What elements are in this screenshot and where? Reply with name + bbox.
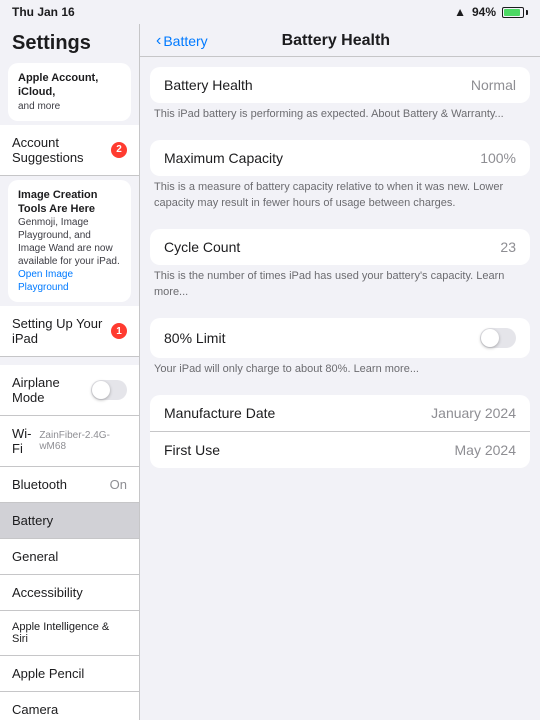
limit-80-card: 80% Limit (150, 318, 530, 358)
battery-health-description: This iPad battery is performing as expec… (140, 103, 540, 130)
wifi-icon: ▲ (454, 5, 466, 19)
back-label: Battery (163, 33, 207, 49)
cycle-count-row: Cycle Count 23 (150, 229, 530, 265)
open-image-playground-link[interactable]: Open Image Playground (18, 268, 121, 294)
battery-health-row: Battery Health Normal (150, 67, 530, 103)
sidebar-item-wifi[interactable]: Wi-Fi ZainFiber-2.4G-wM68 (0, 416, 139, 467)
sidebar-item-airplane-mode[interactable]: Airplane Mode (0, 365, 139, 416)
limit-80-toggle[interactable] (480, 328, 516, 348)
battery-icon (502, 7, 528, 18)
battery-health-section: Battery Health Normal This iPad battery … (140, 67, 540, 130)
sidebar-item-general[interactable]: General (0, 539, 139, 575)
max-capacity-section: Maximum Capacity 100% This is a measure … (140, 140, 540, 219)
first-use-row: First Use May 2024 (150, 432, 530, 468)
sidebar-item-apple-intelligence[interactable]: Apple Intelligence & Siri (0, 611, 139, 656)
setting-up-badge: 1 (111, 323, 127, 339)
sidebar-item-battery[interactable]: Battery (0, 503, 139, 539)
battery-percent: 94% (472, 5, 496, 19)
account-suggestions-item[interactable]: Account Suggestions 2 (0, 125, 139, 176)
detail-header: ‹ Battery Battery Health (140, 24, 540, 57)
status-bar: Thu Jan 16 ▲ 94% (0, 0, 540, 24)
battery-warranty-link[interactable]: About Battery & Warranty... (371, 108, 504, 120)
cycle-count-section: Cycle Count 23 This is the number of tim… (140, 229, 540, 308)
cycle-count-learn-more-link[interactable]: Learn more... (154, 270, 504, 297)
detail-title: Battery Health (282, 32, 450, 50)
limit-80-section: 80% Limit Your iPad will only charge to … (140, 318, 540, 385)
manufacture-date-row: Manufacture Date January 2024 (150, 395, 530, 432)
dates-section: Manufacture Date January 2024 First Use … (140, 395, 540, 468)
sidebar: Settings Apple Account, iCloud, and more… (0, 24, 140, 720)
sidebar-item-apple-pencil[interactable]: Apple Pencil (0, 656, 139, 692)
limit-80-learn-more-link[interactable]: Learn more... (354, 363, 419, 375)
dates-card: Manufacture Date January 2024 First Use … (150, 395, 530, 468)
sidebar-item-bluetooth[interactable]: Bluetooth On (0, 467, 139, 503)
detail-pane: ‹ Battery Battery Health Battery Health … (140, 24, 540, 720)
max-capacity-description: This is a measure of battery capacity re… (140, 176, 540, 219)
setting-up-ipad-item[interactable]: Setting Up Your iPad 1 (0, 306, 139, 357)
sidebar-item-camera[interactable]: Camera (0, 692, 139, 720)
date-label: Thu Jan 16 (12, 5, 75, 19)
account-suggestions-badge: 2 (111, 142, 127, 158)
apple-account-card[interactable]: Apple Account, iCloud, and more (8, 63, 131, 121)
airplane-mode-toggle[interactable] (91, 380, 127, 400)
limit-80-description: Your iPad will only charge to about 80%.… (140, 358, 540, 385)
status-indicators: ▲ 94% (454, 5, 528, 19)
image-tools-title: Image Creation Tools Are Here (18, 188, 121, 217)
sidebar-title: Settings (0, 24, 139, 59)
back-button[interactable]: ‹ Battery (156, 33, 208, 49)
main-layout: Settings Apple Account, iCloud, and more… (0, 24, 540, 720)
max-capacity-card: Maximum Capacity 100% (150, 140, 530, 176)
battery-health-card: Battery Health Normal (150, 67, 530, 103)
sidebar-item-accessibility[interactable]: Accessibility (0, 575, 139, 611)
apple-account-title: Apple Account, iCloud, (18, 71, 121, 100)
image-tools-card[interactable]: Image Creation Tools Are Here Genmoji, I… (8, 180, 131, 303)
back-chevron-icon: ‹ (156, 33, 161, 49)
max-capacity-row: Maximum Capacity 100% (150, 140, 530, 176)
limit-80-row: 80% Limit (150, 318, 530, 358)
cycle-count-description: This is the number of times iPad has use… (140, 265, 540, 308)
sidebar-group: Airplane Mode Wi-Fi ZainFiber-2.4G-wM68 … (0, 365, 139, 720)
cycle-count-card: Cycle Count 23 (150, 229, 530, 265)
